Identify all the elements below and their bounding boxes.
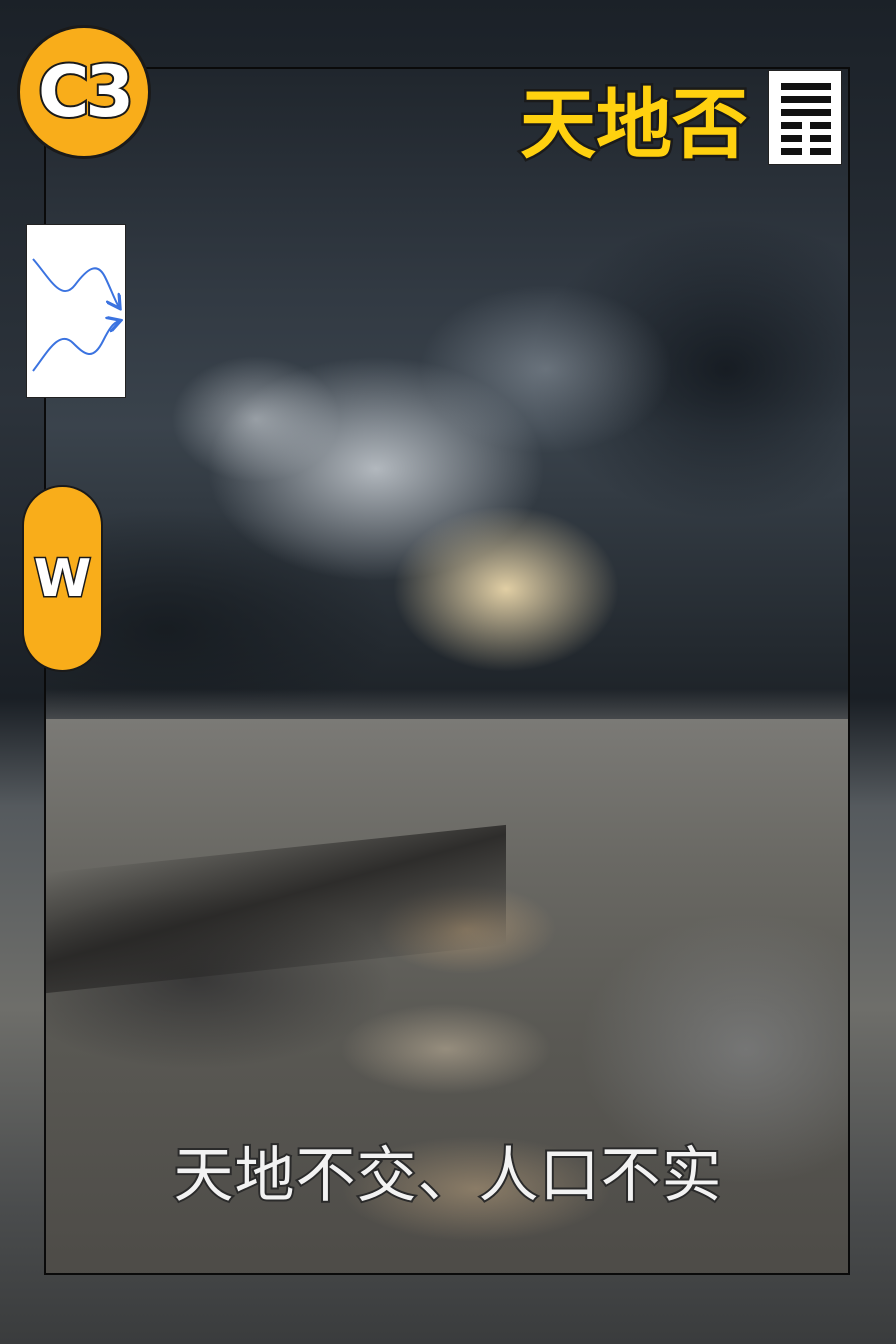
hexagram-title: 天地否	[518, 78, 751, 172]
photo-card	[44, 67, 850, 1275]
caption-text: 天地不交、人口不实	[172, 1139, 724, 1213]
side-badge-label: W	[32, 547, 92, 610]
hexagram-icon	[768, 70, 842, 165]
trend-card	[26, 224, 126, 398]
category-badge: C3	[17, 25, 151, 159]
side-badge: W	[22, 485, 103, 672]
wavy-arrows-icon	[32, 258, 125, 372]
category-badge-label: C3	[36, 49, 136, 135]
